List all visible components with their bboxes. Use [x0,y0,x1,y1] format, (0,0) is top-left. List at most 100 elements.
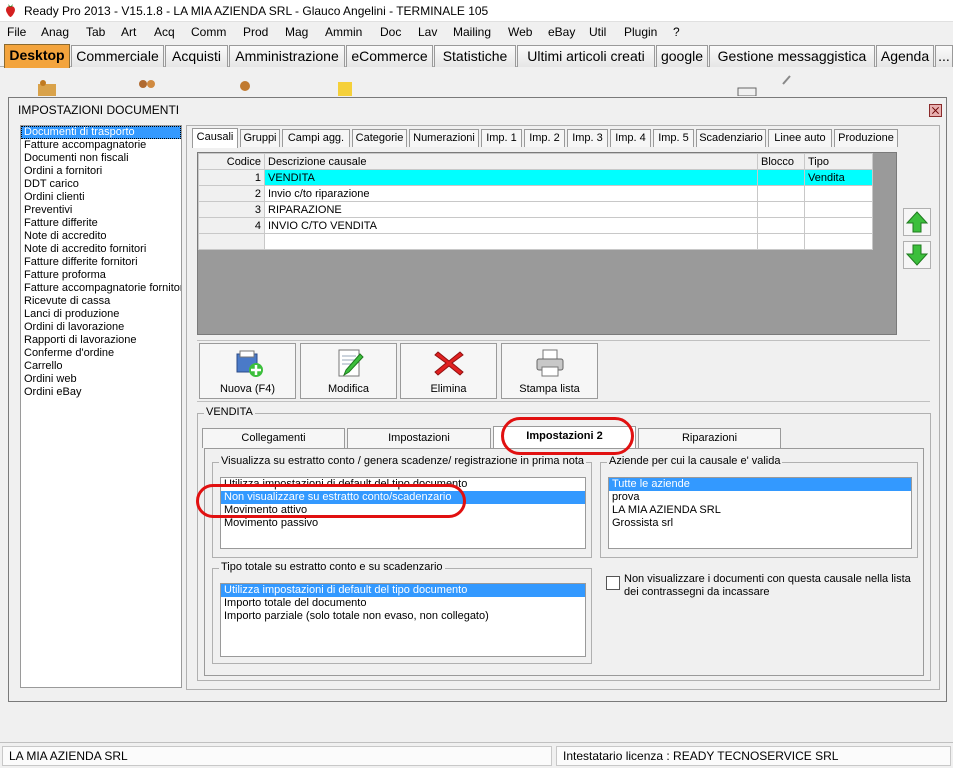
users-icon[interactable] [136,76,158,96]
table-icon[interactable] [736,76,758,96]
tools-icon[interactable] [778,72,800,92]
close-icon[interactable] [929,104,942,117]
tab-collegamenti[interactable]: Collegamenti [202,428,345,448]
tab-categorie[interactable]: Categorie [352,129,407,147]
list-item[interactable]: Fatture differite [21,217,181,230]
list-item[interactable]: Fatture differite fornitori [21,256,181,269]
list-item[interactable]: Rapporti di lavorazione [21,334,181,347]
list-item[interactable]: Note di accredito [21,230,181,243]
tab-gruppi[interactable]: Gruppi [240,129,280,147]
list-item[interactable]: Ordini a fornitori [21,165,181,178]
user-icon[interactable] [234,76,256,96]
list-item[interactable]: Tutte le aziende [609,478,911,491]
cod-exclude-checkbox[interactable] [606,576,620,590]
tab-produzione[interactable]: Produzione [834,129,898,147]
tab-riparazioni[interactable]: Riparazioni [638,428,781,448]
menu-anag[interactable]: Anag [41,25,69,39]
tab-causali[interactable]: Causali [192,128,238,148]
tab-linee-auto[interactable]: Linee auto [768,129,832,147]
tab-statistiche[interactable]: Statistiche [434,45,516,67]
column-header[interactable]: Tipo [804,153,873,170]
list-item[interactable]: Carrello [21,360,181,373]
list-item[interactable]: Documenti non fiscali [21,152,181,165]
table-row[interactable]: 3 RIPARAZIONE [198,201,873,218]
menu-acq[interactable]: Acq [154,25,175,39]
tab-imp-5[interactable]: Imp. 5 [653,129,694,147]
new-button[interactable]: Nuova (F4) [199,343,296,399]
tab-google[interactable]: google [656,45,708,67]
list-item[interactable]: Grossista srl [609,517,911,530]
list-item[interactable]: Importo parziale (solo totale non evaso,… [221,610,585,623]
tab-gestione-messaggistica[interactable]: Gestione messaggistica [709,45,875,67]
tab-ecommerce[interactable]: eCommerce [346,45,433,67]
tab-scadenziario[interactable]: Scadenziario [696,129,766,147]
tab-acquisti[interactable]: Acquisti [165,45,228,67]
list-item[interactable]: Note di accredito fornitori [21,243,181,256]
list-item[interactable]: Importo totale del documento [221,597,585,610]
causali-grid[interactable]: Codice Descrizione causale Blocco Tipo 1… [197,152,897,335]
move-down-button[interactable] [903,241,931,269]
list-item[interactable]: Movimento passivo [221,517,585,530]
list-item[interactable]: DDT carico [21,178,181,191]
tab-impostazioni[interactable]: Impostazioni [347,428,491,448]
list-item[interactable]: Ordini web [21,373,181,386]
box-icon[interactable] [36,76,58,96]
tab-amministrazione[interactable]: Amministrazione [229,45,345,67]
tab-campi-agg[interactable]: Campi agg. [282,129,350,147]
move-up-button[interactable] [903,208,931,236]
menu-prod[interactable]: Prod [243,25,268,39]
list-item[interactable]: Fatture accompagnatorie fornitori [21,282,181,295]
list-item[interactable]: Ordini eBay [21,386,181,399]
list-item[interactable]: Conferme d'ordine [21,347,181,360]
menu-help[interactable]: ? [673,25,680,39]
tab-numerazioni[interactable]: Numerazioni [409,129,479,147]
companies-list[interactable]: Tutte le aziende prova LA MIA AZIENDA SR… [608,477,912,549]
list-item[interactable]: Ricevute di cassa [21,295,181,308]
total-type-list[interactable]: Utilizza impostazioni di default del tip… [220,583,586,657]
menu-comm[interactable]: Comm [191,25,226,39]
menu-web[interactable]: Web [508,25,532,39]
column-header[interactable]: Blocco [757,153,805,170]
notes-icon[interactable] [334,76,356,96]
menu-mag[interactable]: Mag [285,25,308,39]
tab-agenda[interactable]: Agenda [876,45,934,67]
menu-lav[interactable]: Lav [418,25,437,39]
menu-util[interactable]: Util [589,25,606,39]
print-list-button[interactable]: Stampa lista [501,343,598,399]
list-item[interactable]: Ordini clienti [21,191,181,204]
list-item[interactable]: Ordini di lavorazione [21,321,181,334]
tab-imp-4[interactable]: Imp. 4 [610,129,651,147]
document-type-list[interactable]: Documenti di trasporto Fatture accompagn… [20,125,182,688]
tab-ultimi-articoli[interactable]: Ultimi articoli creati [517,45,655,67]
table-row[interactable]: 2 Invio c/to riparazione [198,185,873,202]
list-item[interactable]: Documenti di trasporto [21,126,181,139]
list-item[interactable]: Preventivi [21,204,181,217]
tab-more[interactable]: ... [935,45,953,67]
list-item[interactable]: prova [609,491,911,504]
list-item[interactable]: Lanci di produzione [21,308,181,321]
tab-imp-3[interactable]: Imp. 3 [567,129,608,147]
tab-commerciale[interactable]: Commerciale [71,45,164,67]
menu-ammin[interactable]: Ammin [325,25,362,39]
menu-plugin[interactable]: Plugin [624,25,657,39]
menu-file[interactable]: File [7,25,26,39]
menu-mailing[interactable]: Mailing [453,25,491,39]
table-row[interactable]: 4 INVIO C/TO VENDITA [198,217,873,234]
list-item[interactable]: LA MIA AZIENDA SRL [609,504,911,517]
list-item[interactable]: Utilizza impostazioni di default del tip… [221,584,585,597]
menu-ebay[interactable]: eBay [548,25,575,39]
tab-imp-2[interactable]: Imp. 2 [524,129,565,147]
menu-doc[interactable]: Doc [380,25,401,39]
list-item[interactable]: Fatture accompagnatorie [21,139,181,152]
tab-imp-1[interactable]: Imp. 1 [481,129,522,147]
list-item[interactable]: Fatture proforma [21,269,181,282]
delete-button[interactable]: Elimina [400,343,497,399]
menu-tab[interactable]: Tab [86,25,105,39]
tab-desktop[interactable]: Desktop [4,44,70,68]
table-row[interactable] [198,233,873,250]
column-header[interactable]: Descrizione causale [264,153,758,170]
edit-button[interactable]: Modifica [300,343,397,399]
menu-art[interactable]: Art [121,25,136,39]
table-row[interactable]: 1 VENDITA Vendita [198,169,873,186]
column-header[interactable]: Codice [198,153,265,170]
